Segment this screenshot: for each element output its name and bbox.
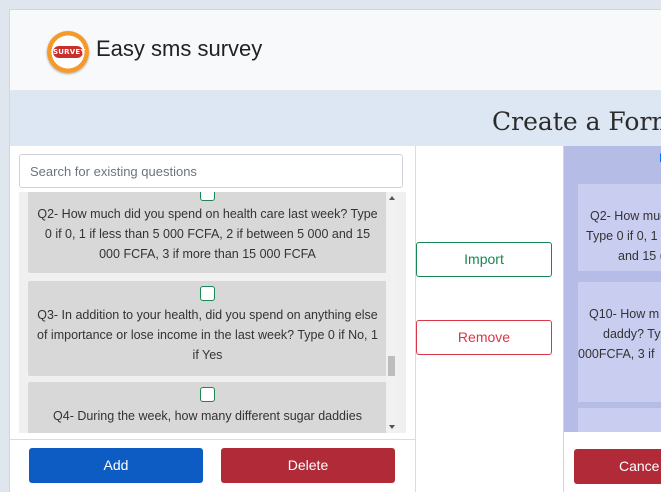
question-bank-panel: Q2- How much did you spend on health car… <box>10 146 416 492</box>
list-item[interactable]: Q2- How muc Type 0 if 0, 1 and 15 ( <box>578 184 661 271</box>
cancel-button[interactable]: Cance <box>574 449 661 484</box>
question-list: Q2- How much did you spend on health car… <box>19 192 406 433</box>
question-checkbox[interactable] <box>200 387 215 402</box>
app-title: Easy sms survey <box>96 36 263 61</box>
list-item[interactable]: Q2- How much did you spend on health car… <box>28 192 387 273</box>
question-checkbox[interactable] <box>200 192 215 201</box>
logo-badge: SURVEY <box>53 46 86 58</box>
scroll-up-icon[interactable] <box>389 196 395 200</box>
question-text: Q3- In addition to your health, did you … <box>37 308 378 362</box>
delete-button[interactable]: Delete <box>221 448 395 483</box>
question-bank-footer: Add Delete <box>10 439 415 492</box>
transfer-controls: Import Remove <box>416 146 563 492</box>
list-item[interactable] <box>578 408 661 432</box>
form-question-list: D Q2- How muc Type 0 if 0, 1 and 15 ( Q1… <box>564 146 661 432</box>
scroll-down-icon[interactable] <box>389 425 395 429</box>
page-title: Create a Form <box>492 107 661 136</box>
form-question-line: and 15 ( <box>618 249 661 263</box>
search-input[interactable] <box>19 154 403 188</box>
list-item[interactable]: Q4- During the week, how many different … <box>28 382 387 433</box>
survey-logo: SURVEY <box>47 31 89 73</box>
app-window: SURVEY Easy sms survey Create a Form Q2-… <box>9 9 661 492</box>
import-button[interactable]: Import <box>416 242 552 277</box>
scroll-thumb[interactable] <box>388 356 395 376</box>
add-button[interactable]: Add <box>29 448 203 483</box>
app-header: SURVEY Easy sms survey <box>10 10 661 91</box>
form-question-line: Q2- How muc <box>590 209 661 223</box>
list-item[interactable]: Q10- How m daddy? Ty 000FCFA, 3 if <box>578 282 661 402</box>
question-text: Q2- How much did you spend on health car… <box>37 207 378 261</box>
list-scrollbar[interactable] <box>386 192 397 433</box>
form-question-line: Q10- How m <box>589 307 660 321</box>
remove-button[interactable]: Remove <box>416 320 552 355</box>
list-item[interactable]: Q3- In addition to your health, did you … <box>28 281 387 376</box>
form-question-line: daddy? Ty <box>603 327 661 341</box>
question-checkbox[interactable] <box>200 286 215 301</box>
question-text: Q4- During the week, how many different … <box>53 409 362 423</box>
form-panel: D Q2- How muc Type 0 if 0, 1 and 15 ( Q1… <box>563 146 661 492</box>
form-question-line: 000FCFA, 3 if <box>578 347 655 361</box>
form-question-line: Type 0 if 0, 1 <box>586 229 658 243</box>
